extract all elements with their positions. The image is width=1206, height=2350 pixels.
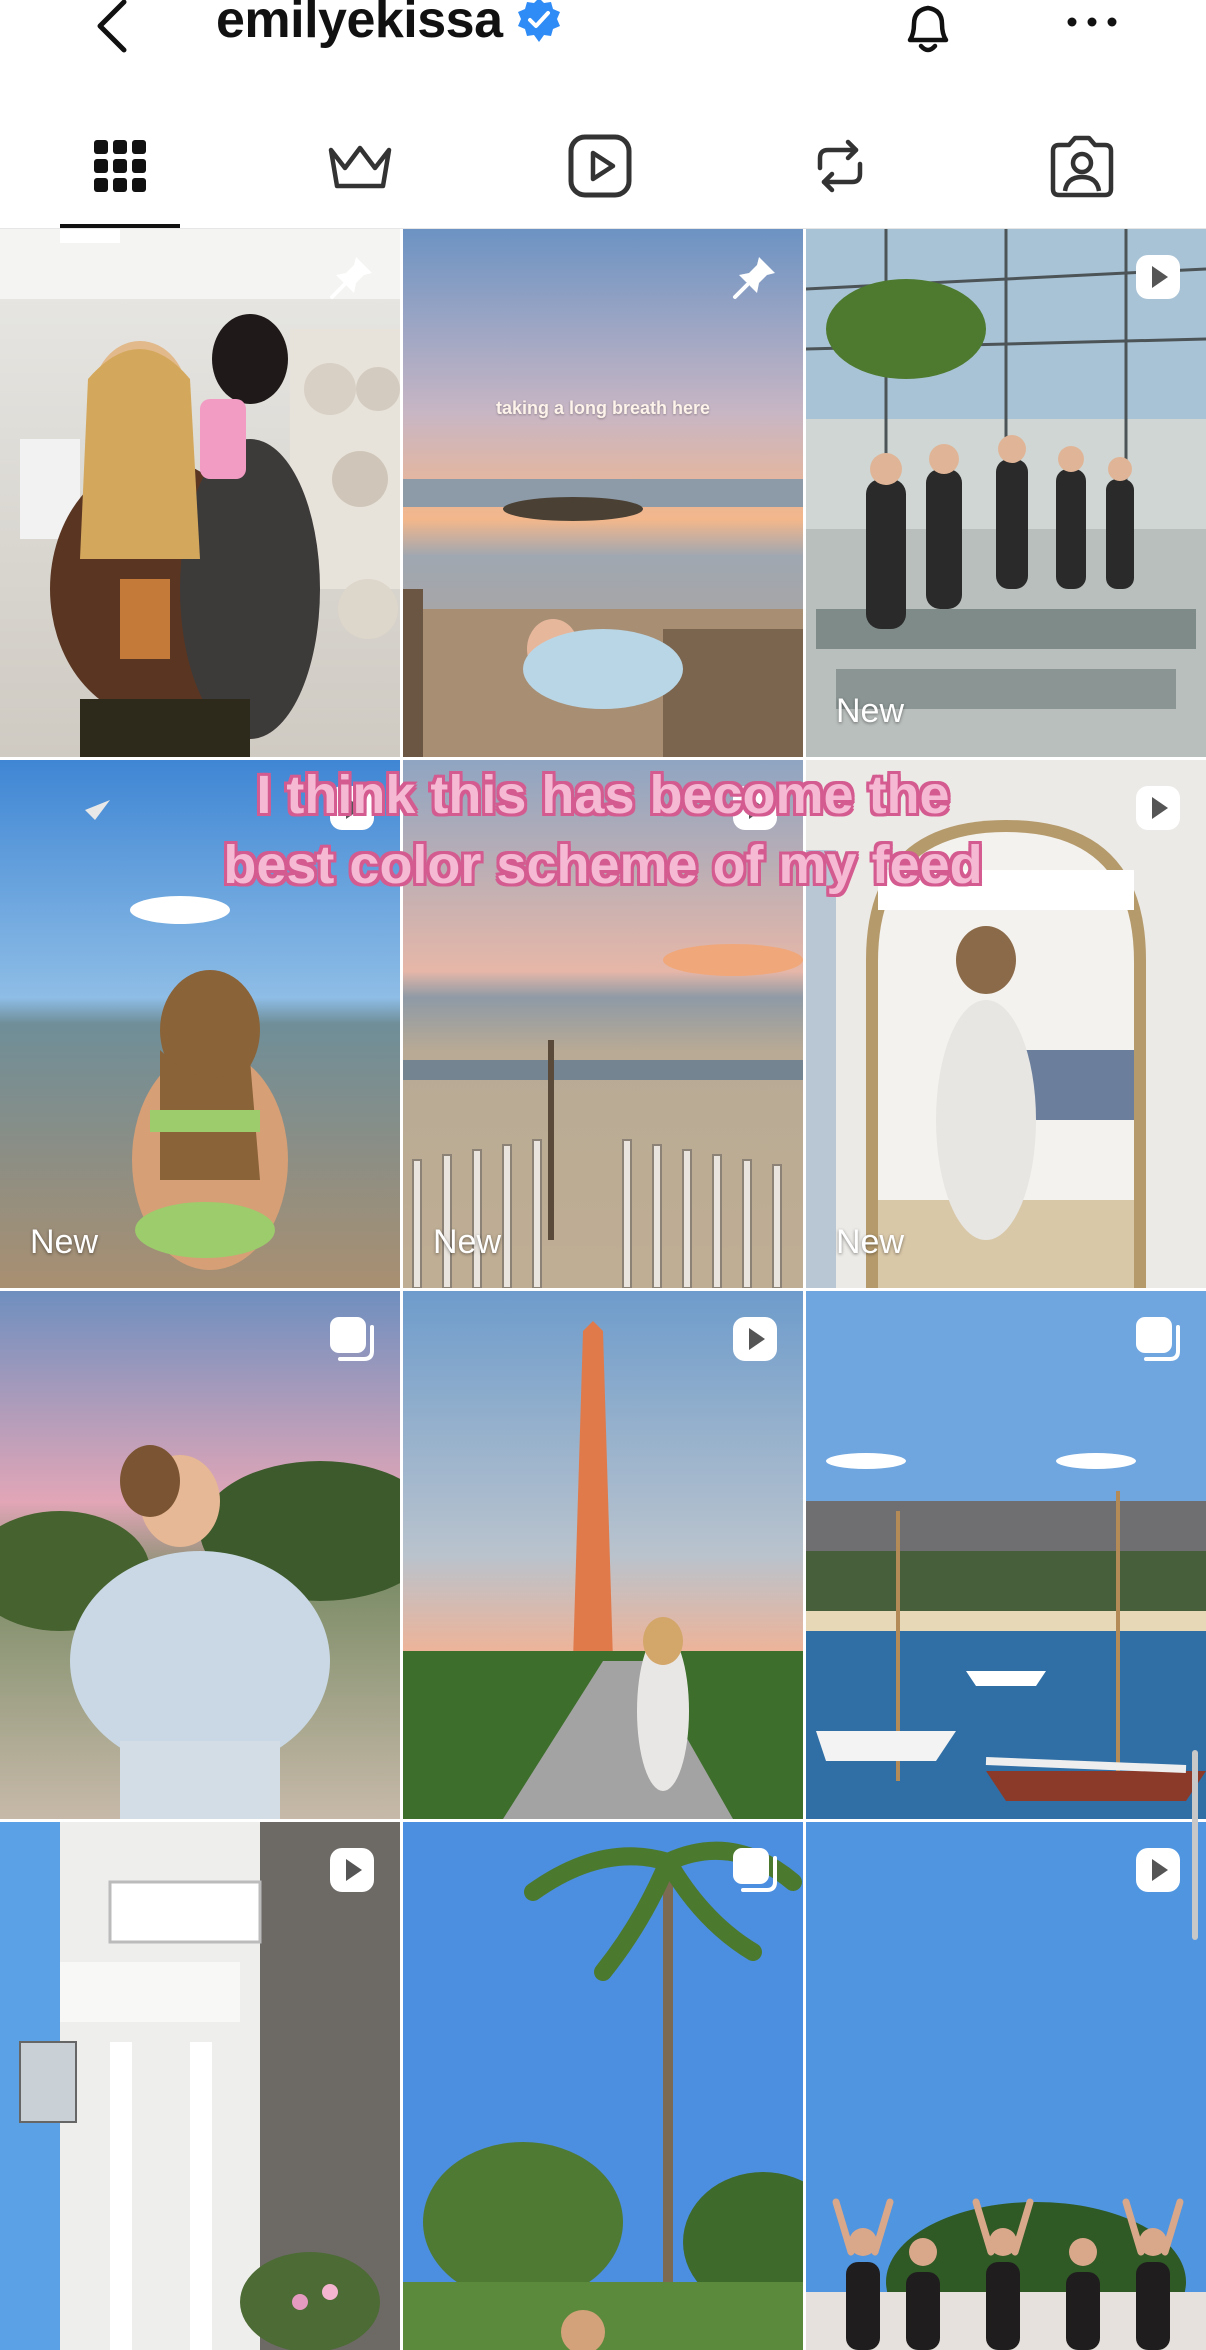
profile-username: emilyekissa [216, 0, 503, 49]
tab-posts-grid[interactable] [80, 126, 160, 206]
post-mirror-selfie-couple[interactable] [0, 229, 400, 757]
reel-icon [1136, 1848, 1180, 1892]
posts-grid: taking a long breath here New New New Ne… [0, 229, 1206, 2350]
tab-tagged[interactable] [1042, 126, 1122, 206]
post-thumbnail [403, 1291, 803, 1819]
post-sweatshirt-beach[interactable] [0, 1291, 400, 1819]
post-thumbnail [403, 1822, 803, 2350]
caption-overlay: I think this has become the best color s… [223, 765, 983, 895]
crown-icon [328, 145, 392, 189]
carousel-icon [330, 1317, 374, 1361]
post-palm-trees[interactable] [403, 1822, 803, 2350]
post-thumbnail [0, 229, 400, 757]
new-label: New [30, 1223, 99, 1261]
post-thumbnail [403, 229, 803, 757]
reel-icon [1136, 255, 1180, 299]
notifications-button[interactable] [896, 0, 960, 58]
post-harbor-sailboats[interactable] [806, 1291, 1206, 1819]
pin-icon [733, 257, 775, 299]
post-thumbnail [806, 1291, 1206, 1819]
new-label: New [433, 1223, 502, 1261]
scrollbar[interactable] [1192, 1750, 1198, 1940]
post-yoga-class[interactable]: New [806, 229, 1206, 757]
repost-icon [817, 139, 863, 193]
reel-icon [330, 1848, 374, 1892]
tagged-person-icon [1050, 135, 1114, 198]
tab-subscriptions[interactable] [320, 126, 400, 206]
more-options-button[interactable] [1062, 8, 1122, 38]
new-label: New [836, 1223, 905, 1261]
post-cliff-lodge[interactable] [0, 1822, 400, 2350]
profile-header: emilyekissa [0, 0, 1206, 100]
bell-icon [907, 5, 949, 53]
reel-icon [733, 1317, 777, 1361]
pin-icon [330, 257, 372, 299]
carousel-icon [733, 1848, 777, 1892]
username-row: emilyekissa [216, 0, 563, 50]
back-button[interactable] [88, 0, 138, 56]
profile-tabs [0, 100, 1206, 229]
post-thumbnail [806, 1822, 1206, 2350]
grid-icon [94, 140, 146, 192]
reel-icon [1136, 786, 1180, 830]
more-dots-icon [1067, 17, 1117, 27]
photo-overlay-text: taking a long breath here [495, 398, 711, 418]
active-tab-indicator [60, 224, 180, 228]
post-outdoor-yoga[interactable] [806, 1822, 1206, 2350]
tab-reels[interactable] [560, 126, 640, 206]
post-washington-monument[interactable] [403, 1291, 803, 1819]
tab-reposts[interactable] [800, 126, 880, 206]
reels-icon [568, 134, 632, 198]
post-thumbnail [0, 1822, 400, 2350]
post-thumbnail [0, 1291, 400, 1819]
post-thumbnail [806, 229, 1206, 757]
carousel-icon [1136, 1317, 1180, 1361]
verified-badge-icon [517, 0, 560, 42]
new-label: New [836, 692, 905, 730]
chevron-left-icon [97, 0, 127, 53]
post-beach-sunset[interactable]: taking a long breath here [403, 229, 803, 757]
